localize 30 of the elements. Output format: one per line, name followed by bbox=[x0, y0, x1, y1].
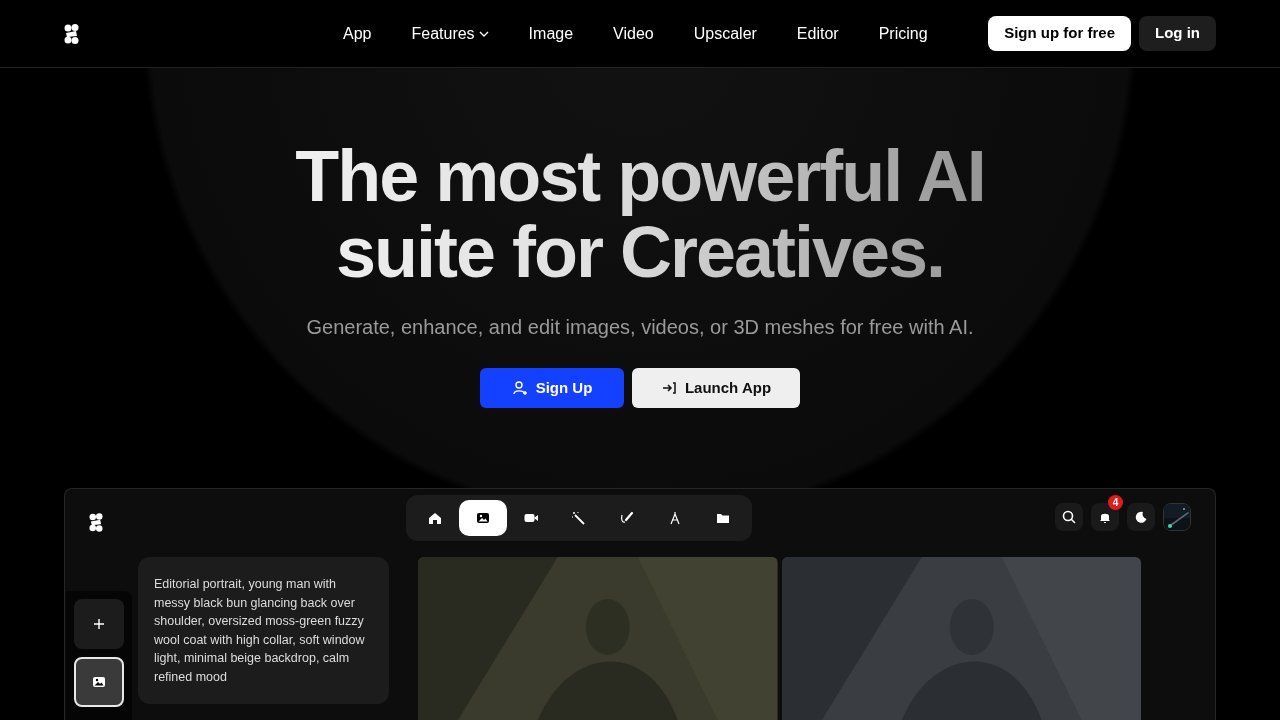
image-icon bbox=[91, 674, 107, 690]
nav-link[interactable]: Image bbox=[508, 21, 594, 46]
brush-icon bbox=[619, 510, 635, 526]
nav-link[interactable]: Video bbox=[593, 21, 674, 46]
moon-icon bbox=[1134, 510, 1148, 524]
user-plus-icon bbox=[511, 380, 528, 396]
signup-button[interactable]: Sign up for free bbox=[988, 16, 1131, 51]
launch-app-button[interactable]: Launch App bbox=[632, 368, 800, 408]
home-icon bbox=[427, 510, 443, 526]
history-item[interactable] bbox=[74, 657, 124, 707]
sign-in-icon bbox=[660, 380, 677, 396]
theme-button[interactable] bbox=[1127, 503, 1155, 531]
logo-icon[interactable] bbox=[89, 512, 103, 532]
prompt-text: Editorial portrait, young man with messy black bun glancing back over shoulder, oversized moss-green fuzzy wool coat with high collar, soft window light, minimal beige backdrop, calm refined mood bbox=[138, 557, 389, 704]
login-button[interactable]: Log in bbox=[1139, 16, 1216, 51]
search-button[interactable] bbox=[1055, 503, 1083, 531]
image-icon bbox=[475, 510, 491, 526]
nav-link[interactable]: Pricing bbox=[858, 21, 948, 46]
nav-link[interactable]: Features bbox=[391, 21, 509, 46]
nav-link[interactable]: Upscaler bbox=[673, 21, 777, 46]
subheadline: Generate, enhance, and edit images, videos, or 3D meshes for free with AI. bbox=[305, 315, 975, 340]
nav-link[interactable]: Editor bbox=[776, 21, 859, 46]
plus-icon bbox=[91, 616, 107, 632]
tool-button[interactable] bbox=[459, 500, 507, 536]
signup-button[interactable]: Sign Up bbox=[480, 368, 624, 408]
nav-link[interactable]: App bbox=[323, 21, 392, 46]
notification-count: 4 bbox=[1108, 495, 1123, 510]
search-icon bbox=[1062, 510, 1076, 524]
logo-icon[interactable] bbox=[64, 23, 79, 44]
magic-wand-icon bbox=[571, 510, 587, 526]
